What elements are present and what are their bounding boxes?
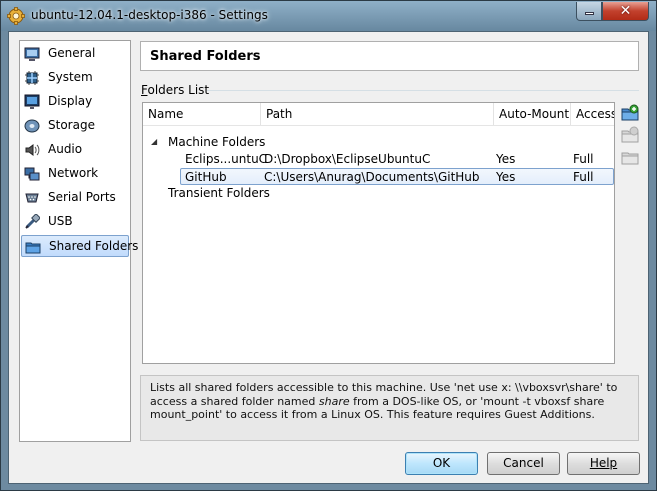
group-separator [207,90,639,91]
folder-access: Full [573,170,594,184]
group-label: Machine Folders [168,135,266,149]
folder-auto-mount: Yes [496,170,516,184]
cancel-button[interactable]: Cancel [487,452,560,475]
table-row[interactable]: Eclips...untuC D:\Dropbox\EclipseUbuntuC… [143,151,614,168]
serial-port-icon [25,193,39,203]
title-bar[interactable]: ubuntu-12.04.1-desktop-i386 - Settings ✕ [1,1,656,31]
ok-button[interactable]: OK [405,452,478,475]
description-text: Lists all shared folders accessible to t… [150,381,618,421]
sidebar-item-general[interactable]: General [21,43,129,65]
close-button[interactable]: ✕ [602,2,649,21]
folder-path: C:\Users\Anurag\Documents\GitHub [264,170,480,184]
page-title: Shared Folders [150,49,261,64]
sidebar-item-label: Display [48,94,93,108]
sidebar-item-label: Storage [48,118,95,132]
group-label: Transient Folders [168,186,270,200]
dialog-body: General System Display Storage Audio Net… [8,31,649,484]
usb-icon [25,214,40,229]
sidebar-item-display[interactable]: Display [21,91,129,113]
folders-list-label-text: olders List [147,83,210,97]
column-header-name[interactable]: Name [143,103,261,125]
help-button[interactable]: Help [567,452,640,475]
speaker-icon [25,144,40,156]
sidebar-item-label: Serial Ports [48,190,116,204]
disk-icon [24,119,40,133]
sidebar-item-audio[interactable]: Audio [21,139,129,161]
sidebar-item-label: USB [48,214,73,228]
virtualbox-gear-icon [7,7,25,25]
settings-window: ubuntu-12.04.1-desktop-i386 - Settings ✕… [0,0,657,491]
column-header-auto-mount[interactable]: Auto-Mount [494,103,571,125]
add-folder-icon[interactable] [621,104,639,122]
sidebar-item-label: Audio [48,142,83,156]
display-icon [24,94,40,109]
settings-sidebar: General System Display Storage Audio Net… [19,40,138,442]
sidebar-item-label: General [48,46,96,60]
header-divider [143,125,614,126]
sidebar-item-label: Shared Folders [49,239,139,253]
table-row-selected[interactable]: GitHub C:\Users\Anurag\Documents\GitHub … [180,168,614,185]
sidebar-item-system[interactable]: System [21,67,129,89]
sidebar-item-serial-ports[interactable]: Serial Ports [21,187,129,209]
shared-folders-tree[interactable]: Name Path Auto-Mount Access ◢ Machine Fo… [142,102,615,364]
tree-group-transient-folders[interactable]: Transient Folders [143,185,614,202]
sidebar-item-label: System [48,70,93,84]
page-header: Shared Folders [140,41,639,71]
column-header-path[interactable]: Path [261,103,494,125]
edit-folder-icon[interactable] [621,126,639,144]
folder-access: Full [573,152,594,166]
chip-icon [25,71,39,85]
minimize-button[interactable] [576,2,602,21]
folders-list-label: Folders List [141,83,209,97]
sidebar-item-usb[interactable]: USB [21,211,129,233]
folder-name: Eclips...untuC [185,152,268,166]
column-header-access[interactable]: Access [571,103,614,125]
sidebar-item-storage[interactable]: Storage [21,115,129,137]
expand-triangle-icon[interactable]: ◢ [151,137,157,146]
folder-auto-mount: Yes [496,152,516,166]
folder-icon [25,242,41,254]
window-title: ubuntu-12.04.1-desktop-i386 - Settings [31,8,268,22]
monitor-icon [24,47,40,61]
remove-folder-icon[interactable] [621,148,639,166]
close-icon: ✕ [619,3,632,19]
sidebar-item-label: Network [48,166,99,180]
minimize-icon [585,12,594,15]
tree-group-machine-folders[interactable]: ◢ Machine Folders [143,134,614,151]
sidebar-item-network[interactable]: Network [21,163,129,185]
folder-name: GitHub [185,170,227,184]
network-icon [24,167,40,181]
sidebar-item-shared-folders[interactable]: Shared Folders [21,235,138,257]
folder-path: D:\Dropbox\EclipseUbuntuC [264,152,431,166]
description-panel: Lists all shared folders accessible to t… [140,375,639,441]
